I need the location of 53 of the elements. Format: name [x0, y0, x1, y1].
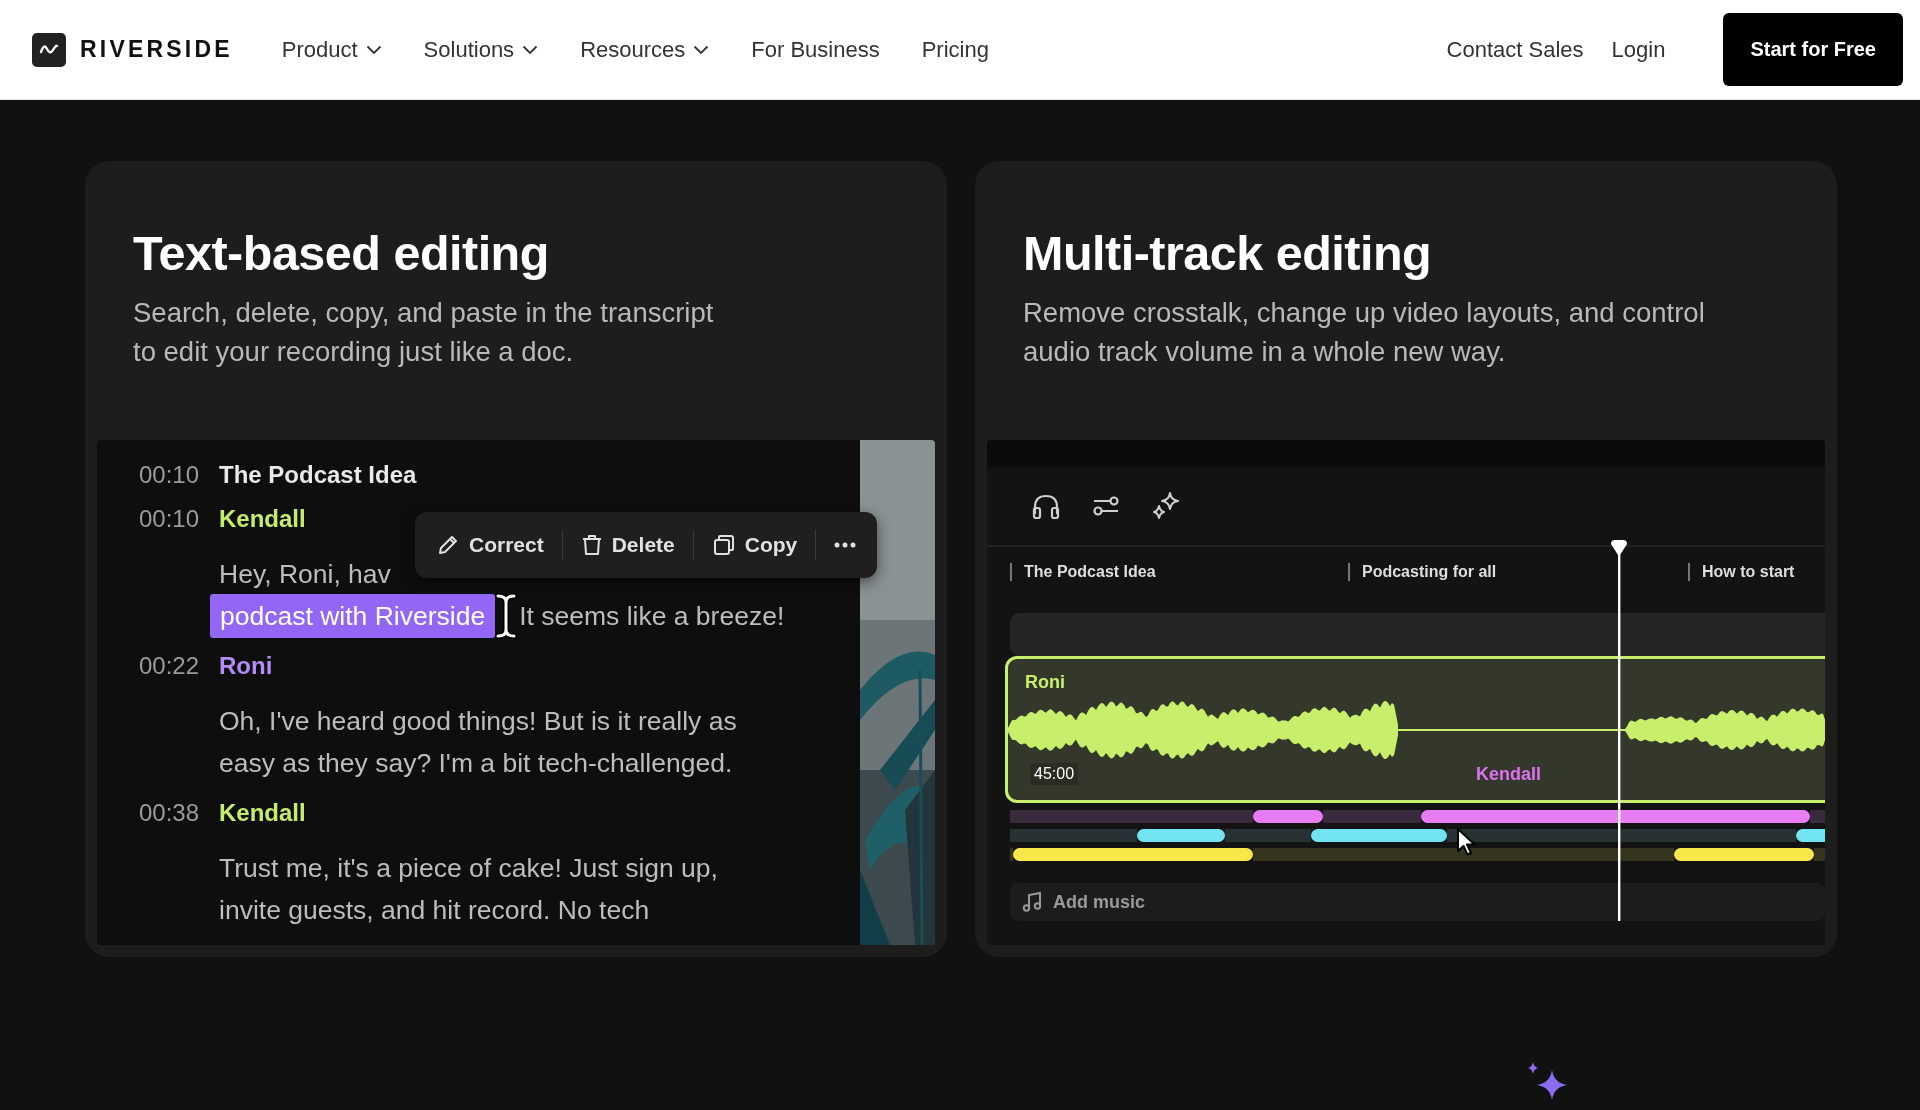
speaker-name: Roni [219, 651, 274, 681]
audio-clip[interactable] [1137, 829, 1225, 842]
timestamp: 00:38 [138, 798, 200, 828]
speaker-name: Kendall [219, 798, 307, 828]
toolbar-button[interactable]: Copy [700, 523, 809, 567]
audio-clip[interactable] [1013, 848, 1253, 861]
transcript-text: Trust me, it's a piece of cake! Just sign up, [219, 852, 718, 884]
nav-link[interactable]: Resources [580, 36, 710, 63]
nav-link[interactable]: Product [281, 36, 382, 63]
audio-clip[interactable] [1421, 810, 1810, 823]
speaker-name: Kendall [1476, 763, 1542, 785]
card-description: Remove crosstalk, change up video layouts, and control audio track volume in a whole new way. [1023, 296, 1706, 369]
speaker-name: Kendall [219, 504, 307, 534]
lane-track [1814, 848, 1825, 861]
audio-clip[interactable] [1311, 829, 1447, 842]
nav-link[interactable]: Solutions [423, 36, 539, 63]
track-duration: 45:00 [1030, 763, 1079, 785]
audio-clip[interactable] [1796, 829, 1825, 842]
audio-track[interactable]: Roni 45:00 Kendall [1005, 656, 1825, 803]
track-name: Roni [1025, 671, 1066, 693]
logo-icon[interactable] [32, 32, 66, 67]
audio-clip[interactable] [1253, 810, 1323, 823]
nav-link[interactable]: For Business [751, 36, 880, 63]
transcript-text: invite guests, and hit record. No tech [219, 894, 650, 926]
nav-link[interactable]: Pricing [921, 36, 989, 63]
transcript-text: Oh, I've heard good things! But is it really as [219, 705, 737, 737]
timestamp: 00:10 [138, 460, 200, 490]
toolbar-button[interactable]: Delete [569, 523, 686, 567]
transcript-text: easy as they say? I'm a bit tech-challenged. [219, 747, 733, 779]
transcript-text: It seems like a breeze! [519, 600, 785, 632]
start-button[interactable]: Start for Free [1723, 13, 1903, 86]
nav-link[interactable]: Login [1611, 36, 1666, 63]
toolbar-button[interactable]: Correct [425, 523, 555, 567]
timestamp: 00:22 [138, 651, 200, 681]
chapter-title: The Podcast Idea [219, 460, 418, 490]
timestamp: 00:10 [138, 504, 200, 534]
playhead[interactable] [1609, 537, 1629, 921]
nav-link[interactable]: Contact Sales [1446, 36, 1584, 63]
card-description: Search, delete, copy, and paste in the transcript to edit your recording just like a doc. [133, 296, 715, 369]
pencil-icon [436, 533, 460, 557]
brand-name[interactable]: RIVERSIDE [80, 36, 233, 63]
copy-icon [711, 533, 736, 557]
add-music-button[interactable]: Add music [1010, 883, 1825, 921]
audio-clip[interactable] [1674, 848, 1814, 861]
lane-track [1010, 848, 1013, 861]
sparkle-icon[interactable] [1151, 491, 1181, 521]
music-note-icon [1021, 891, 1043, 913]
card-title: Text-based editing [133, 225, 550, 281]
headphones-icon[interactable] [1031, 492, 1061, 520]
selected-text: podcast with Riverside [210, 594, 496, 638]
trash-icon [580, 533, 603, 557]
card-title: Multi-track editing [1023, 225, 1433, 281]
transcript-text: Hey, Roni, hav [219, 558, 391, 590]
